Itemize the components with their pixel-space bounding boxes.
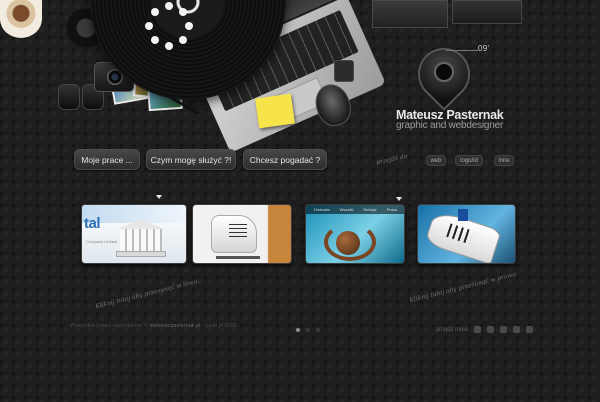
- social-icon[interactable]: [500, 326, 508, 333]
- nav-button-contact[interactable]: Chcesz pogadać ?: [243, 149, 327, 170]
- coffee-cup-image: [0, 0, 42, 38]
- nav-button-portfolio[interactable]: Moje prace ...: [74, 149, 140, 170]
- social-icon[interactable]: [513, 326, 521, 333]
- nav-button-services[interactable]: Czym mogę służyć ?!: [146, 149, 236, 170]
- pagination-dot[interactable]: [316, 328, 320, 332]
- vinyl-label-dots: [143, 2, 195, 54]
- social-links: znajdź mnie: [436, 326, 534, 333]
- logo-year: 09': [478, 44, 490, 53]
- leather-ball-icon: [336, 231, 360, 255]
- thumb-caption: Company Limited: [86, 239, 118, 244]
- portfolio-thumb-4[interactable]: [417, 204, 516, 264]
- social-icon[interactable]: [487, 326, 495, 333]
- logo-year-line: [446, 50, 478, 51]
- footer-partner-link[interactable]: pazb.pl 2009: [205, 323, 237, 329]
- filter-tag-other[interactable]: inne: [494, 155, 514, 166]
- thumb-menu: Hodowla Wszelki Relacje Praca: [306, 205, 404, 214]
- portfolio-thumb-2[interactable]: [192, 204, 292, 264]
- logo-pin-icon[interactable]: [407, 37, 481, 111]
- footer-copyright: Wszystkie prawa zastrzeżone © mateuszpas…: [70, 323, 237, 329]
- usb-drive-image: [334, 60, 354, 82]
- site-subtitle: graphic and webdesigner: [396, 120, 504, 131]
- temple-icon: [116, 219, 166, 259]
- portfolio-thumb-1[interactable]: tal Company Limited: [81, 204, 187, 264]
- desk-scene: [0, 0, 600, 153]
- filter-tag-web[interactable]: web: [426, 155, 446, 166]
- pin-marker-icon: [156, 195, 162, 199]
- social-icon[interactable]: [474, 326, 482, 333]
- social-label: znajdź mnie: [436, 326, 469, 333]
- filter-tag-logo[interactable]: logo/id: [455, 155, 483, 166]
- box-image: [372, 0, 448, 28]
- shoe-tag-icon: [458, 209, 468, 221]
- thumb-title: tal: [84, 215, 101, 232]
- pagination-dots: [296, 328, 320, 332]
- box-image: [452, 0, 522, 24]
- pin-marker-icon: [396, 197, 402, 201]
- sticky-note-image: [255, 93, 295, 129]
- social-icon[interactable]: [526, 326, 534, 333]
- portfolio-thumb-3[interactable]: Hodowla Wszelki Relacje Praca: [305, 204, 405, 264]
- pagination-dot[interactable]: [306, 328, 310, 332]
- footer-domain-link[interactable]: mateuszpasternak.pl: [150, 323, 201, 329]
- pagination-dot[interactable]: [296, 328, 300, 332]
